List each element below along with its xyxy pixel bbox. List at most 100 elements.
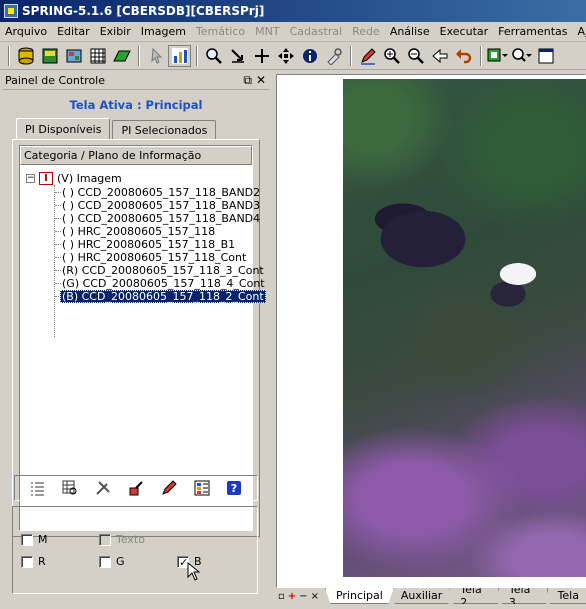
- close-icon[interactable]: ✕: [256, 73, 266, 88]
- cut-icon[interactable]: [226, 45, 249, 67]
- query-icon[interactable]: [510, 45, 533, 67]
- window-title: SPRING-5.1.6 [CBERSDB][CBERSPrj]: [22, 4, 264, 18]
- tree-item[interactable]: ( ) CCD_20080605_157_118_BAND4: [60, 212, 262, 225]
- menu-exibir[interactable]: Exibir: [95, 25, 136, 38]
- tree-item[interactable]: ( ) HRC_20080605_157_118: [60, 225, 217, 238]
- database-icon[interactable]: [14, 45, 37, 67]
- menu-tematico[interactable]: Temático: [191, 25, 250, 38]
- tree-item[interactable]: ( ) HRC_20080605_157_118_B1: [60, 238, 237, 251]
- toolbar-separator: [196, 46, 198, 66]
- panel-header: Painel de Controle ⧉ ✕: [2, 72, 270, 90]
- checkbox-m-box[interactable]: [21, 534, 33, 546]
- tab-tela-2[interactable]: Tela 2: [449, 588, 502, 604]
- tab-pi-selecionados[interactable]: PI Selecionados: [112, 120, 216, 139]
- tree-item[interactable]: ( ) CCD_20080605_157_118_BAND3: [60, 199, 262, 212]
- checkbox-g[interactable]: G: [99, 555, 125, 568]
- svg-text:?: ?: [231, 482, 237, 495]
- cursor-icon[interactable]: [144, 45, 167, 67]
- plus-icon[interactable]: [250, 45, 273, 67]
- checkbox-r-box[interactable]: [21, 556, 33, 568]
- checkbox-m[interactable]: M: [21, 533, 48, 546]
- tab-tela-3[interactable]: Tela 3: [498, 588, 551, 604]
- map-canvas[interactable]: [276, 74, 586, 588]
- menu-executar[interactable]: Executar: [435, 25, 494, 38]
- panel-icon-bar: ?: [14, 475, 258, 501]
- tree-connector: [54, 185, 55, 337]
- canvas-tabs-bar: ▫ + − × Principal Auxiliar Tela 2 Tela 3…: [276, 588, 586, 608]
- tree-root[interactable]: − I (V) Imagem: [26, 172, 122, 185]
- add-tab-icon[interactable]: +: [288, 591, 296, 602]
- app-icon: [4, 4, 18, 18]
- pan-icon[interactable]: [274, 45, 297, 67]
- zoom-in-icon[interactable]: [380, 45, 403, 67]
- remove-tab-icon[interactable]: −: [299, 591, 307, 602]
- first-tab-icon[interactable]: ▫: [278, 591, 285, 602]
- close-tab-icon[interactable]: ×: [311, 591, 319, 602]
- table-search-icon[interactable]: [61, 479, 79, 497]
- menu-ferramentas[interactable]: Ferramentas: [493, 25, 572, 38]
- menu-rede[interactable]: Rede: [347, 25, 385, 38]
- screen-icon[interactable]: [486, 45, 509, 67]
- tree-item[interactable]: ( ) HRC_20080605_157_118_Cont: [60, 251, 248, 264]
- image-category-icon: I: [39, 172, 53, 185]
- menu-editar[interactable]: Editar: [52, 25, 95, 38]
- legend-icon[interactable]: [193, 479, 211, 497]
- list-icon[interactable]: [28, 479, 46, 497]
- toolbar-separator: [138, 46, 140, 66]
- tab-tela[interactable]: Tela: [547, 588, 586, 604]
- tree-root-label: (V) Imagem: [57, 172, 122, 185]
- tree-item[interactable]: ( ) CCD_20080605_157_118_BAND2: [60, 186, 262, 199]
- help-icon[interactable]: ?: [225, 479, 243, 497]
- project-icon[interactable]: [38, 45, 61, 67]
- layers-icon[interactable]: [62, 45, 85, 67]
- tools-icon[interactable]: [94, 479, 112, 497]
- tab-auxiliar[interactable]: Auxiliar: [390, 588, 453, 604]
- parallelogram-icon[interactable]: [110, 45, 133, 67]
- menu-analise[interactable]: Análise: [385, 25, 435, 38]
- paint-icon[interactable]: [127, 479, 145, 497]
- active-screen-label: Tela Ativa : Principal: [0, 98, 272, 112]
- info-icon[interactable]: [298, 45, 321, 67]
- pencil-icon[interactable]: [160, 479, 178, 497]
- checkbox-texto-box[interactable]: [99, 534, 111, 546]
- tree-item-selected[interactable]: (B) CCD_20080605_157_118_2_Cont: [60, 290, 266, 303]
- panel-title: Painel de Controle: [5, 74, 105, 87]
- toolbar-separator: [480, 46, 482, 66]
- display-options-group: M Texto R G ✓ B: [12, 506, 258, 594]
- tree-item[interactable]: (R) CCD_20080605_157_118_3_Cont: [60, 264, 266, 277]
- float-panel-icon[interactable]: ⧉: [243, 73, 252, 88]
- checkbox-texto[interactable]: Texto: [99, 533, 145, 546]
- grid-icon[interactable]: [86, 45, 109, 67]
- edit-pencil-icon[interactable]: [356, 45, 379, 67]
- control-panel: Painel de Controle ⧉ ✕ Tela Ativa : Prin…: [0, 70, 272, 608]
- checkbox-r[interactable]: R: [21, 555, 46, 568]
- menu-ajuda[interactable]: Ajuda: [573, 25, 586, 38]
- tree-header[interactable]: Categoria / Plano de Informação: [20, 146, 252, 165]
- tab-principal[interactable]: Principal: [325, 588, 394, 604]
- tab-pi-disponiveis[interactable]: PI Disponíveis: [16, 118, 110, 139]
- menu-bar: Arquivo Editar Exibir Imagem Temático MN…: [0, 22, 586, 42]
- undo-icon[interactable]: [452, 45, 475, 67]
- satellite-image[interactable]: [343, 79, 586, 577]
- tool-icon[interactable]: [322, 45, 345, 67]
- menu-arquivo[interactable]: Arquivo: [0, 25, 52, 38]
- menu-imagem[interactable]: Imagem: [136, 25, 191, 38]
- toolbar-separator: [350, 46, 352, 66]
- tree-item[interactable]: (G) CCD_20080605_157_118_4_Cont: [60, 277, 267, 290]
- magnify-icon[interactable]: [202, 45, 225, 67]
- menu-mnt[interactable]: MNT: [250, 25, 284, 38]
- zoom-out-icon[interactable]: [404, 45, 427, 67]
- toolbar: [0, 42, 586, 70]
- title-bar: SPRING-5.1.6 [CBERSDB][CBERSPrj]: [0, 0, 586, 22]
- chart-icon[interactable]: [168, 45, 191, 67]
- arrow-left-icon[interactable]: [428, 45, 451, 67]
- checkbox-r-label: R: [38, 555, 46, 568]
- toolbar-grip: [8, 46, 10, 66]
- menu-cadastral[interactable]: Cadastral: [285, 25, 348, 38]
- checkbox-g-box[interactable]: [99, 556, 111, 568]
- mouse-cursor-icon: [187, 562, 201, 582]
- collapse-icon[interactable]: −: [26, 174, 35, 183]
- window-icon[interactable]: [534, 45, 557, 67]
- panel-tabs: PI Disponíveis PI Selecionados: [16, 120, 218, 140]
- tab-navigation: ▫ + − ×: [276, 588, 319, 604]
